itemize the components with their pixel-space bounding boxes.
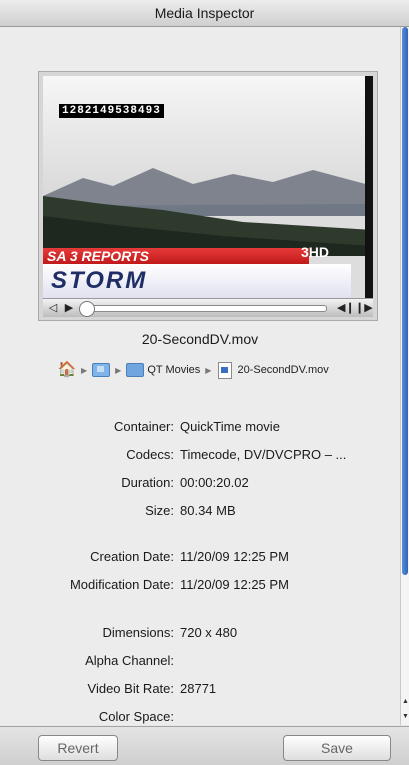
property-row: Size: 80.34 MB (0, 501, 400, 521)
news-banner-lower: STORM (43, 264, 351, 298)
folder-icon[interactable] (126, 362, 145, 378)
property-row: Modification Date: 11/20/09 12:25 PM (0, 575, 400, 595)
station-logo: 3HD (301, 244, 330, 260)
property-label: Creation Date: (90, 549, 174, 564)
vertical-scrollbar[interactable]: ▲ ▼ (400, 27, 409, 725)
property-value: 80.34 MB (180, 503, 236, 518)
property-row: Alpha Channel: (0, 651, 400, 671)
property-row: Video Bit Rate: 28771 (0, 679, 400, 699)
path-bar: 🏠 ▶ ▶ QT Movies ▶ 20-SecondDV.mov (58, 360, 329, 380)
home-icon[interactable]: 🏠 (58, 362, 77, 378)
property-label: Codecs: (126, 447, 174, 462)
applications-folder-icon[interactable] (92, 362, 111, 378)
scroll-down-arrow-icon[interactable]: ▼ (401, 710, 409, 724)
property-label: Container: (114, 419, 174, 434)
scroll-up-arrow-icon[interactable]: ▲ (401, 695, 409, 709)
property-value: 28771 (180, 681, 217, 696)
property-row: Color Space: (0, 707, 400, 727)
property-value: 720 x 480 (180, 625, 238, 640)
property-label: Size: (145, 503, 174, 518)
path-separator-icon: ▶ (205, 365, 212, 375)
scroll-thumb[interactable] (402, 27, 408, 575)
property-row: Container: QuickTime movie (0, 417, 400, 437)
property-value: 11/20/09 12:25 PM (180, 577, 289, 592)
movie-controller: ◁ ▶ ◀❙ ❙▶ (43, 298, 373, 317)
inspector-content: 1282149538493 SA 3 REPORTS STORM 3HD ◁ ▶… (0, 27, 400, 725)
movie-preview: 1282149538493 SA 3 REPORTS STORM 3HD ◁ ▶… (38, 71, 378, 321)
property-label: Color Space: (98, 709, 174, 724)
property-value: 00:00:20.02 (180, 475, 249, 490)
property-row: Codecs: Timecode, DV/DVCPRO – ... (0, 445, 400, 465)
scrub-track[interactable] (79, 301, 327, 317)
movie-file-icon[interactable] (216, 361, 234, 379)
property-label: Alpha Channel: (85, 653, 174, 668)
window-title: Media Inspector (0, 0, 409, 27)
property-label: Duration: (121, 475, 174, 490)
property-row: Dimensions: 720 x 480 (0, 623, 400, 643)
property-label: Video Bit Rate: (87, 681, 174, 696)
file-name: 20-SecondDV.mov (141, 331, 259, 347)
property-row: Creation Date: 11/20/09 12:25 PM (0, 547, 400, 567)
play-button[interactable]: ▶ (63, 300, 75, 316)
property-row: Duration: 00:00:20.02 (0, 473, 400, 493)
property-label: Modification Date: (69, 577, 174, 592)
bottom-bar: Revert Save (0, 726, 409, 765)
revert-button[interactable]: Revert (38, 735, 118, 761)
step-back-button[interactable]: ◀❙ (337, 300, 355, 316)
news-banner: SA 3 REPORTS (43, 248, 309, 264)
volume-icon[interactable]: ◁ (46, 300, 60, 316)
property-label: Dimensions: (102, 625, 174, 640)
property-value: 11/20/09 12:25 PM (180, 549, 289, 564)
video-frame[interactable]: 1282149538493 SA 3 REPORTS STORM 3HD (43, 76, 373, 298)
save-button[interactable]: Save (283, 735, 391, 761)
path-file-label[interactable]: 20-SecondDV.mov (237, 364, 328, 376)
property-value: QuickTime movie (180, 419, 280, 434)
burned-in-timecode: 1282149538493 (59, 104, 164, 118)
path-folder-label[interactable]: QT Movies (147, 364, 200, 376)
path-separator-icon: ▶ (115, 365, 122, 375)
playhead[interactable] (79, 301, 95, 317)
path-separator-icon: ▶ (81, 365, 88, 375)
property-value: Timecode, DV/DVCPRO – ... (180, 447, 347, 462)
step-forward-button[interactable]: ❙▶ (355, 300, 373, 316)
